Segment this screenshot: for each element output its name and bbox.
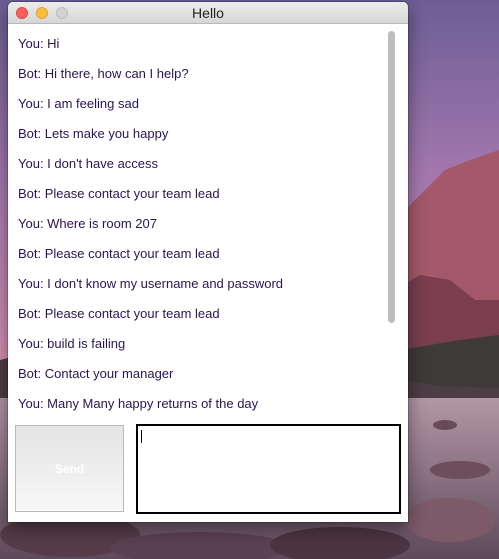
chat-message: Bot: Please contact your team lead bbox=[18, 186, 220, 201]
message-input[interactable] bbox=[136, 424, 401, 514]
chat-message: You: Where is room 207 bbox=[18, 216, 157, 231]
chat-scrollbar[interactable] bbox=[384, 28, 398, 414]
send-button[interactable]: Send bbox=[15, 425, 124, 512]
chat-message: Bot: Lets make you happy bbox=[18, 126, 169, 141]
chat-message: You: I am feeling sad bbox=[18, 96, 139, 111]
chat-message: You: Many Many happy returns of the day bbox=[18, 396, 259, 411]
text-caret bbox=[141, 430, 142, 443]
chat-window: Hello You: Hi Bot: Hi there, how can I h… bbox=[8, 2, 408, 522]
title-bar[interactable]: Hello bbox=[8, 2, 408, 24]
scrollbar-thumb[interactable] bbox=[388, 31, 395, 323]
window-title: Hello bbox=[192, 5, 224, 21]
chat-message: Bot: Please contact your team lead bbox=[18, 246, 220, 261]
chat-message: You: build is failing bbox=[18, 336, 126, 351]
chat-message: Bot: Please contact your team lead bbox=[18, 306, 220, 321]
chat-message: You: I don't have access bbox=[18, 156, 159, 171]
chat-message: Bot: Contact your manager bbox=[18, 366, 174, 381]
chat-history[interactable]: You: Hi Bot: Hi there, how can I help? Y… bbox=[8, 24, 393, 414]
chat-message: You: Hi bbox=[18, 36, 60, 51]
chat-message: You: I don't know my username and passwo… bbox=[18, 276, 284, 291]
chat-message: Bot: Hi there, how can I help? bbox=[18, 66, 189, 81]
